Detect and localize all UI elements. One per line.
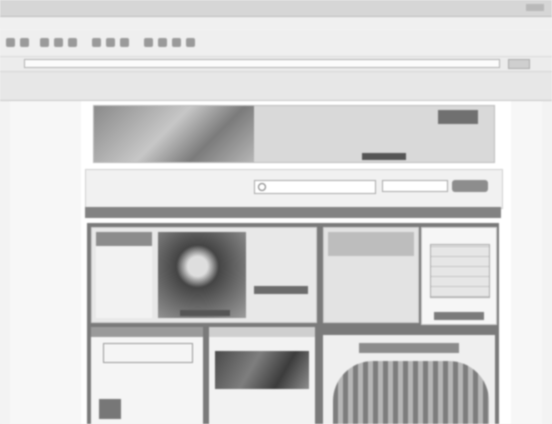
photo-box-header: [359, 343, 459, 353]
article-image[interactable]: [215, 351, 309, 389]
article-box: [209, 327, 315, 424]
calendar-grid[interactable]: [430, 244, 490, 298]
promo-box-header: [91, 327, 203, 337]
hero-image[interactable]: [158, 232, 246, 318]
promo-logo[interactable]: [103, 343, 193, 363]
promo-thumbnail[interactable]: [99, 399, 121, 419]
right-button[interactable]: [434, 312, 484, 320]
right-module: [421, 227, 497, 325]
website: [81, 101, 511, 424]
search-icon[interactable]: [92, 38, 101, 47]
hero-caption: [180, 310, 230, 316]
home-icon[interactable]: [68, 38, 77, 47]
content-area: [87, 223, 499, 424]
ad-banner[interactable]: [93, 105, 495, 163]
site-search-input[interactable]: [254, 180, 376, 194]
side-menu: [96, 232, 152, 318]
banner-cta-button[interactable]: [362, 153, 406, 160]
edit-icon[interactable]: [172, 38, 181, 47]
side-menu-header: [96, 232, 152, 246]
history-icon[interactable]: [120, 38, 129, 47]
page-viewport: [10, 101, 542, 424]
mail-icon[interactable]: [144, 38, 153, 47]
links-bar: [0, 72, 552, 101]
search-scope-select[interactable]: [382, 180, 448, 192]
address-bar: [0, 57, 552, 72]
stop-icon[interactable]: [40, 38, 49, 47]
window-controls[interactable]: [526, 4, 544, 11]
go-button[interactable]: [508, 59, 530, 69]
url-input[interactable]: [24, 59, 500, 68]
site-header: [85, 169, 503, 209]
site-nav: [85, 207, 501, 218]
banner-photo: [94, 106, 254, 162]
print-icon[interactable]: [158, 38, 167, 47]
refresh-icon[interactable]: [54, 38, 63, 47]
promo-box: [91, 327, 203, 424]
magnifier-icon: [258, 183, 266, 191]
middle-heading: [328, 232, 414, 256]
title-bar: [0, 0, 552, 17]
search-button[interactable]: [452, 180, 488, 192]
featured-module: [91, 227, 317, 323]
banner-badge: [438, 110, 478, 124]
forward-icon[interactable]: [20, 38, 29, 47]
discuss-icon[interactable]: [186, 38, 195, 47]
favorites-icon[interactable]: [106, 38, 115, 47]
photo-box-image[interactable]: [333, 361, 489, 424]
middle-module: [323, 227, 419, 323]
hero-button[interactable]: [254, 286, 308, 294]
article-box-header: [209, 327, 315, 337]
photo-box: [323, 335, 495, 424]
toolbar: [0, 30, 552, 57]
back-icon[interactable]: [6, 38, 15, 47]
browser-window: [0, 0, 552, 424]
menu-bar: [0, 17, 552, 29]
